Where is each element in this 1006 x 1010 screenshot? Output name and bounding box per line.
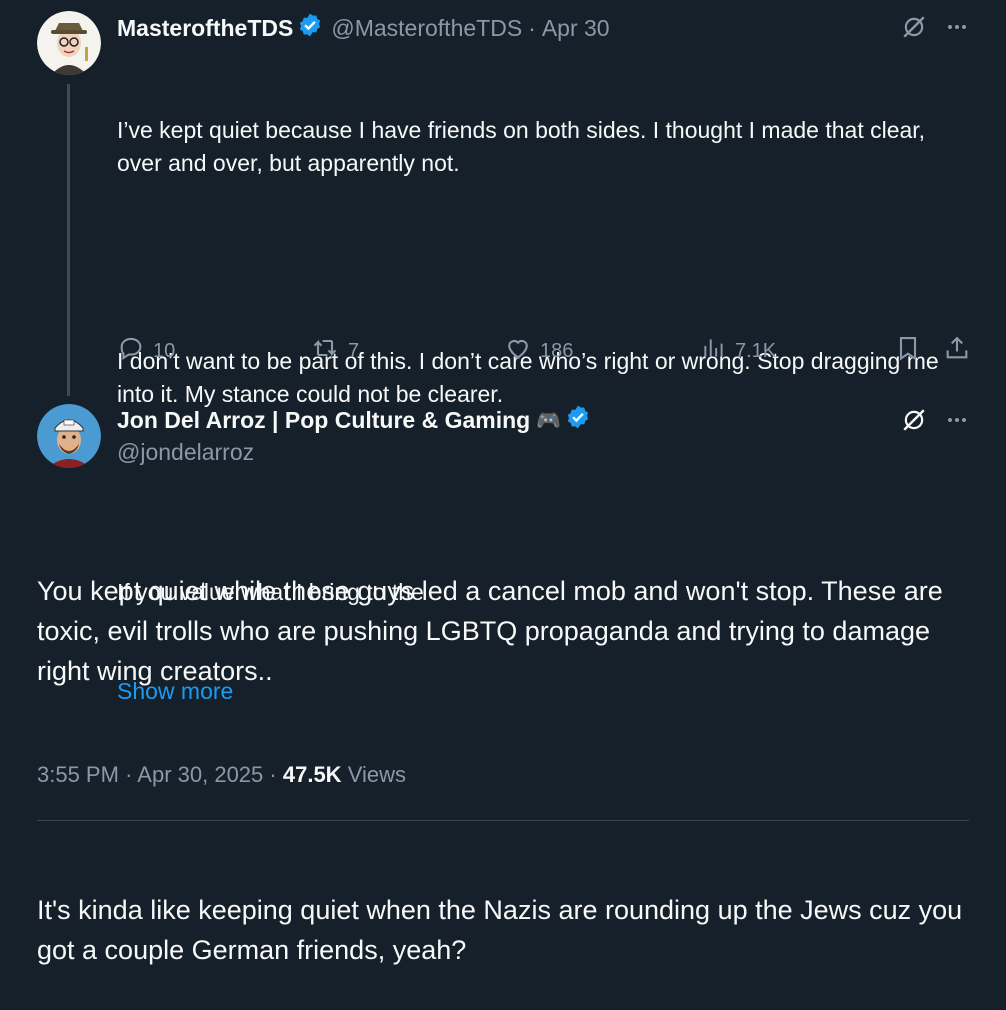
tweet2-date[interactable]: Apr 30, 2025 (137, 762, 263, 787)
tweet1-handle[interactable]: @MasteroftheTDS (331, 15, 522, 42)
retweet-button[interactable]: 7 (310, 334, 359, 368)
tweet1-top-actions (901, 14, 969, 40)
tweet2-header: Jon Del Arroz | Pop Culture & Gaming 🎮 (117, 404, 591, 436)
tweet1-display-name[interactable]: MasteroftheTDS (117, 15, 293, 42)
grok-icon[interactable] (901, 14, 927, 40)
share-button[interactable] (943, 334, 971, 368)
tweet2-display-name[interactable]: Jon Del Arroz | Pop Culture & Gaming (117, 407, 530, 434)
tweet2-views-count: 47.5K (282, 762, 342, 787)
bookmark-button[interactable] (894, 334, 922, 368)
tweet2-paragraph: It's kinda like keeping quiet when the N… (37, 895, 970, 965)
views-icon (701, 334, 727, 368)
divider (37, 820, 969, 821)
tweet1-action-bar: 10 7 186 7.1K (117, 330, 977, 366)
views-count: 7.1K (735, 339, 777, 362)
verified-badge-icon (297, 12, 323, 44)
tweet1-separator: · (528, 14, 536, 41)
tweet1-date[interactable]: Apr 30 (542, 15, 610, 42)
bookmark-icon (894, 334, 922, 368)
more-icon[interactable] (945, 15, 969, 39)
share-icon (943, 334, 971, 368)
tweet2-views-label: Views (347, 762, 406, 787)
grok-icon[interactable] (901, 407, 927, 433)
reply-count: 10 (153, 339, 176, 362)
tweet2-handle[interactable]: @jondelarroz (117, 439, 254, 466)
thread-connector (67, 84, 70, 396)
avatar-jondelarroz[interactable] (37, 404, 101, 468)
like-count: 186 (540, 339, 574, 362)
tweet2-meta: 3:55 PM · Apr 30, 2025 · 47.5K Views (37, 762, 406, 788)
gamepad-emoji: 🎮 (536, 409, 562, 432)
verified-badge-icon (565, 404, 591, 436)
tweet2-meta-separator: · (125, 762, 133, 787)
like-button[interactable]: 186 (504, 334, 573, 368)
tweet2-paragraph: You kept quiet while these guys led a ca… (37, 576, 951, 686)
tweet2-time[interactable]: 3:55 PM (37, 762, 119, 787)
tweet1-header: MasteroftheTDS @MasteroftheTDS · Apr 30 (117, 12, 610, 44)
views-button[interactable]: 7.1K (701, 334, 776, 368)
tweet2-top-actions (901, 407, 969, 433)
tweet1-paragraph: I’ve kept quiet because I have friends o… (117, 117, 932, 176)
like-icon (504, 334, 532, 368)
more-icon[interactable] (945, 408, 969, 432)
reply-button[interactable]: 10 (117, 334, 175, 368)
retweet-count: 7 (348, 339, 360, 362)
tweet2-body: You kept quiet while these guys led a ca… (37, 491, 972, 1010)
avatar-masterofthetds[interactable] (37, 11, 101, 75)
tweet2-meta-separator: · (269, 762, 277, 787)
retweet-icon (310, 334, 340, 368)
reply-icon (117, 334, 145, 368)
